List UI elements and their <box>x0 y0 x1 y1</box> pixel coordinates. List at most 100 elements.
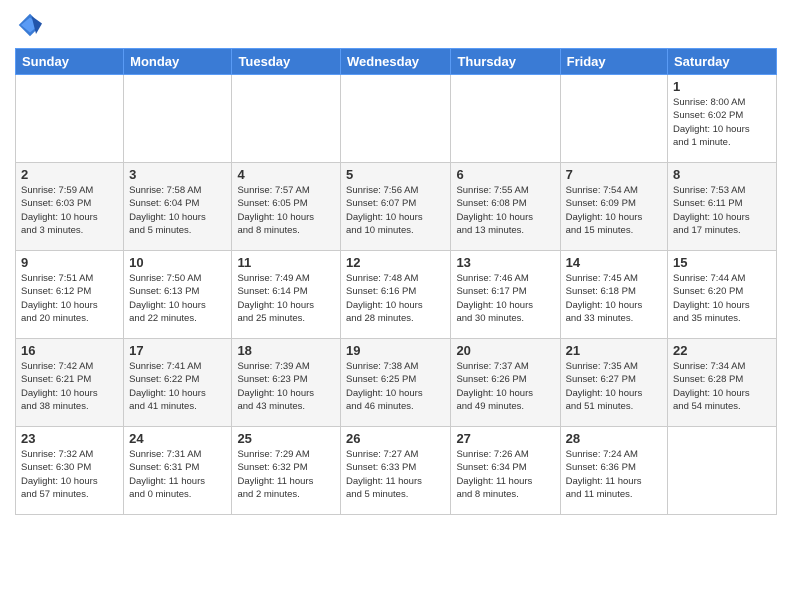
calendar-cell <box>451 75 560 163</box>
day-info: Sunrise: 7:50 AM Sunset: 6:13 PM Dayligh… <box>129 272 226 325</box>
day-number: 3 <box>129 167 226 182</box>
calendar-week-row: 16 Sunrise: 7:42 AM Sunset: 6:21 PM Dayli… <box>16 339 777 427</box>
day-info: Sunrise: 8:00 AM Sunset: 6:02 PM Dayligh… <box>673 96 771 149</box>
calendar-cell: 21 Sunrise: 7:35 AM Sunset: 6:27 PM Dayli… <box>560 339 667 427</box>
logo <box>15 10 49 40</box>
calendar-cell: 8 Sunrise: 7:53 AM Sunset: 6:11 PM Daylig… <box>668 163 777 251</box>
calendar-cell <box>16 75 124 163</box>
day-info: Sunrise: 7:57 AM Sunset: 6:05 PM Dayligh… <box>237 184 335 237</box>
calendar-cell: 25 Sunrise: 7:29 AM Sunset: 6:32 PM Dayli… <box>232 427 341 515</box>
calendar-cell: 11 Sunrise: 7:49 AM Sunset: 6:14 PM Dayli… <box>232 251 341 339</box>
day-number: 11 <box>237 255 335 270</box>
calendar-cell: 7 Sunrise: 7:54 AM Sunset: 6:09 PM Daylig… <box>560 163 667 251</box>
day-info: Sunrise: 7:42 AM Sunset: 6:21 PM Dayligh… <box>21 360 118 413</box>
calendar-cell: 24Sunrise: 7:31 AM Sunset: 6:31 PM Dayli… <box>124 427 232 515</box>
calendar-cell: 2Sunrise: 7:59 AM Sunset: 6:03 PM Daylig… <box>16 163 124 251</box>
calendar-cell: 23 Sunrise: 7:32 AM Sunset: 6:30 PM Dayli… <box>16 427 124 515</box>
calendar-cell: 17 Sunrise: 7:41 AM Sunset: 6:22 PM Dayli… <box>124 339 232 427</box>
day-info: Sunrise: 7:29 AM Sunset: 6:32 PM Dayligh… <box>237 448 335 501</box>
calendar-cell <box>668 427 777 515</box>
day-number: 13 <box>456 255 554 270</box>
day-number: 16 <box>21 343 118 358</box>
calendar-cell: 10 Sunrise: 7:50 AM Sunset: 6:13 PM Dayli… <box>124 251 232 339</box>
logo-icon <box>15 10 45 40</box>
calendar-day-header: Tuesday <box>232 49 341 75</box>
day-number: 19 <box>346 343 445 358</box>
day-number: 4 <box>237 167 335 182</box>
calendar-week-row: 9 Sunrise: 7:51 AM Sunset: 6:12 PM Daylig… <box>16 251 777 339</box>
day-info: Sunrise: 7:49 AM Sunset: 6:14 PM Dayligh… <box>237 272 335 325</box>
calendar-cell: 9 Sunrise: 7:51 AM Sunset: 6:12 PM Daylig… <box>16 251 124 339</box>
calendar-cell: 28 Sunrise: 7:24 AM Sunset: 6:36 PM Dayli… <box>560 427 667 515</box>
calendar-cell: 20Sunrise: 7:37 AM Sunset: 6:26 PM Dayli… <box>451 339 560 427</box>
calendar-cell: 6 Sunrise: 7:55 AM Sunset: 6:08 PM Daylig… <box>451 163 560 251</box>
day-number: 1 <box>673 79 771 94</box>
day-info: Sunrise: 7:45 AM Sunset: 6:18 PM Dayligh… <box>566 272 662 325</box>
day-info: Sunrise: 7:56 AM Sunset: 6:07 PM Dayligh… <box>346 184 445 237</box>
day-info: Sunrise: 7:26 AM Sunset: 6:34 PM Dayligh… <box>456 448 554 501</box>
day-number: 24 <box>129 431 226 446</box>
calendar-day-header: Thursday <box>451 49 560 75</box>
calendar-cell <box>124 75 232 163</box>
day-info: Sunrise: 7:41 AM Sunset: 6:22 PM Dayligh… <box>129 360 226 413</box>
calendar-week-row: 2Sunrise: 7:59 AM Sunset: 6:03 PM Daylig… <box>16 163 777 251</box>
day-number: 5 <box>346 167 445 182</box>
calendar-week-row: 1 Sunrise: 8:00 AM Sunset: 6:02 PM Daylig… <box>16 75 777 163</box>
calendar-cell: 1 Sunrise: 8:00 AM Sunset: 6:02 PM Daylig… <box>668 75 777 163</box>
calendar-cell: 19 Sunrise: 7:38 AM Sunset: 6:25 PM Dayli… <box>341 339 451 427</box>
day-number: 7 <box>566 167 662 182</box>
day-info: Sunrise: 7:38 AM Sunset: 6:25 PM Dayligh… <box>346 360 445 413</box>
calendar-cell: 14 Sunrise: 7:45 AM Sunset: 6:18 PM Dayli… <box>560 251 667 339</box>
day-info: Sunrise: 7:32 AM Sunset: 6:30 PM Dayligh… <box>21 448 118 501</box>
day-number: 12 <box>346 255 445 270</box>
calendar-cell: 15 Sunrise: 7:44 AM Sunset: 6:20 PM Dayli… <box>668 251 777 339</box>
day-number: 14 <box>566 255 662 270</box>
calendar-cell: 16 Sunrise: 7:42 AM Sunset: 6:21 PM Dayli… <box>16 339 124 427</box>
day-number: 10 <box>129 255 226 270</box>
day-number: 18 <box>237 343 335 358</box>
day-info: Sunrise: 7:27 AM Sunset: 6:33 PM Dayligh… <box>346 448 445 501</box>
header <box>15 10 777 40</box>
day-number: 28 <box>566 431 662 446</box>
day-number: 23 <box>21 431 118 446</box>
calendar-cell: 3 Sunrise: 7:58 AM Sunset: 6:04 PM Daylig… <box>124 163 232 251</box>
calendar-week-row: 23 Sunrise: 7:32 AM Sunset: 6:30 PM Dayli… <box>16 427 777 515</box>
calendar-cell: 26 Sunrise: 7:27 AM Sunset: 6:33 PM Dayli… <box>341 427 451 515</box>
calendar-day-header: Wednesday <box>341 49 451 75</box>
day-info: Sunrise: 7:46 AM Sunset: 6:17 PM Dayligh… <box>456 272 554 325</box>
day-info: Sunrise: 7:44 AM Sunset: 6:20 PM Dayligh… <box>673 272 771 325</box>
day-info: Sunrise: 7:53 AM Sunset: 6:11 PM Dayligh… <box>673 184 771 237</box>
calendar-cell: 12 Sunrise: 7:48 AM Sunset: 6:16 PM Dayli… <box>341 251 451 339</box>
day-info: Sunrise: 7:58 AM Sunset: 6:04 PM Dayligh… <box>129 184 226 237</box>
day-info: Sunrise: 7:37 AM Sunset: 6:26 PM Dayligh… <box>456 360 554 413</box>
calendar-cell: 22Sunrise: 7:34 AM Sunset: 6:28 PM Dayli… <box>668 339 777 427</box>
calendar-day-header: Friday <box>560 49 667 75</box>
day-number: 27 <box>456 431 554 446</box>
calendar-cell: 18 Sunrise: 7:39 AM Sunset: 6:23 PM Dayli… <box>232 339 341 427</box>
calendar-cell: 27 Sunrise: 7:26 AM Sunset: 6:34 PM Dayli… <box>451 427 560 515</box>
day-info: Sunrise: 7:34 AM Sunset: 6:28 PM Dayligh… <box>673 360 771 413</box>
day-info: Sunrise: 7:39 AM Sunset: 6:23 PM Dayligh… <box>237 360 335 413</box>
day-info: Sunrise: 7:54 AM Sunset: 6:09 PM Dayligh… <box>566 184 662 237</box>
day-info: Sunrise: 7:35 AM Sunset: 6:27 PM Dayligh… <box>566 360 662 413</box>
calendar-cell: 4 Sunrise: 7:57 AM Sunset: 6:05 PM Daylig… <box>232 163 341 251</box>
day-info: Sunrise: 7:51 AM Sunset: 6:12 PM Dayligh… <box>21 272 118 325</box>
day-number: 26 <box>346 431 445 446</box>
calendar-day-header: Saturday <box>668 49 777 75</box>
day-info: Sunrise: 7:48 AM Sunset: 6:16 PM Dayligh… <box>346 272 445 325</box>
day-number: 15 <box>673 255 771 270</box>
day-number: 21 <box>566 343 662 358</box>
day-number: 2 <box>21 167 118 182</box>
calendar-cell: 13 Sunrise: 7:46 AM Sunset: 6:17 PM Dayli… <box>451 251 560 339</box>
day-number: 8 <box>673 167 771 182</box>
calendar-cell <box>560 75 667 163</box>
calendar-cell: 5 Sunrise: 7:56 AM Sunset: 6:07 PM Daylig… <box>341 163 451 251</box>
day-info: Sunrise: 7:55 AM Sunset: 6:08 PM Dayligh… <box>456 184 554 237</box>
day-info: Sunrise: 7:24 AM Sunset: 6:36 PM Dayligh… <box>566 448 662 501</box>
day-number: 9 <box>21 255 118 270</box>
day-number: 6 <box>456 167 554 182</box>
day-number: 17 <box>129 343 226 358</box>
calendar-cell <box>232 75 341 163</box>
calendar-header-row: SundayMondayTuesdayWednesdayThursdayFrid… <box>16 49 777 75</box>
day-number: 25 <box>237 431 335 446</box>
